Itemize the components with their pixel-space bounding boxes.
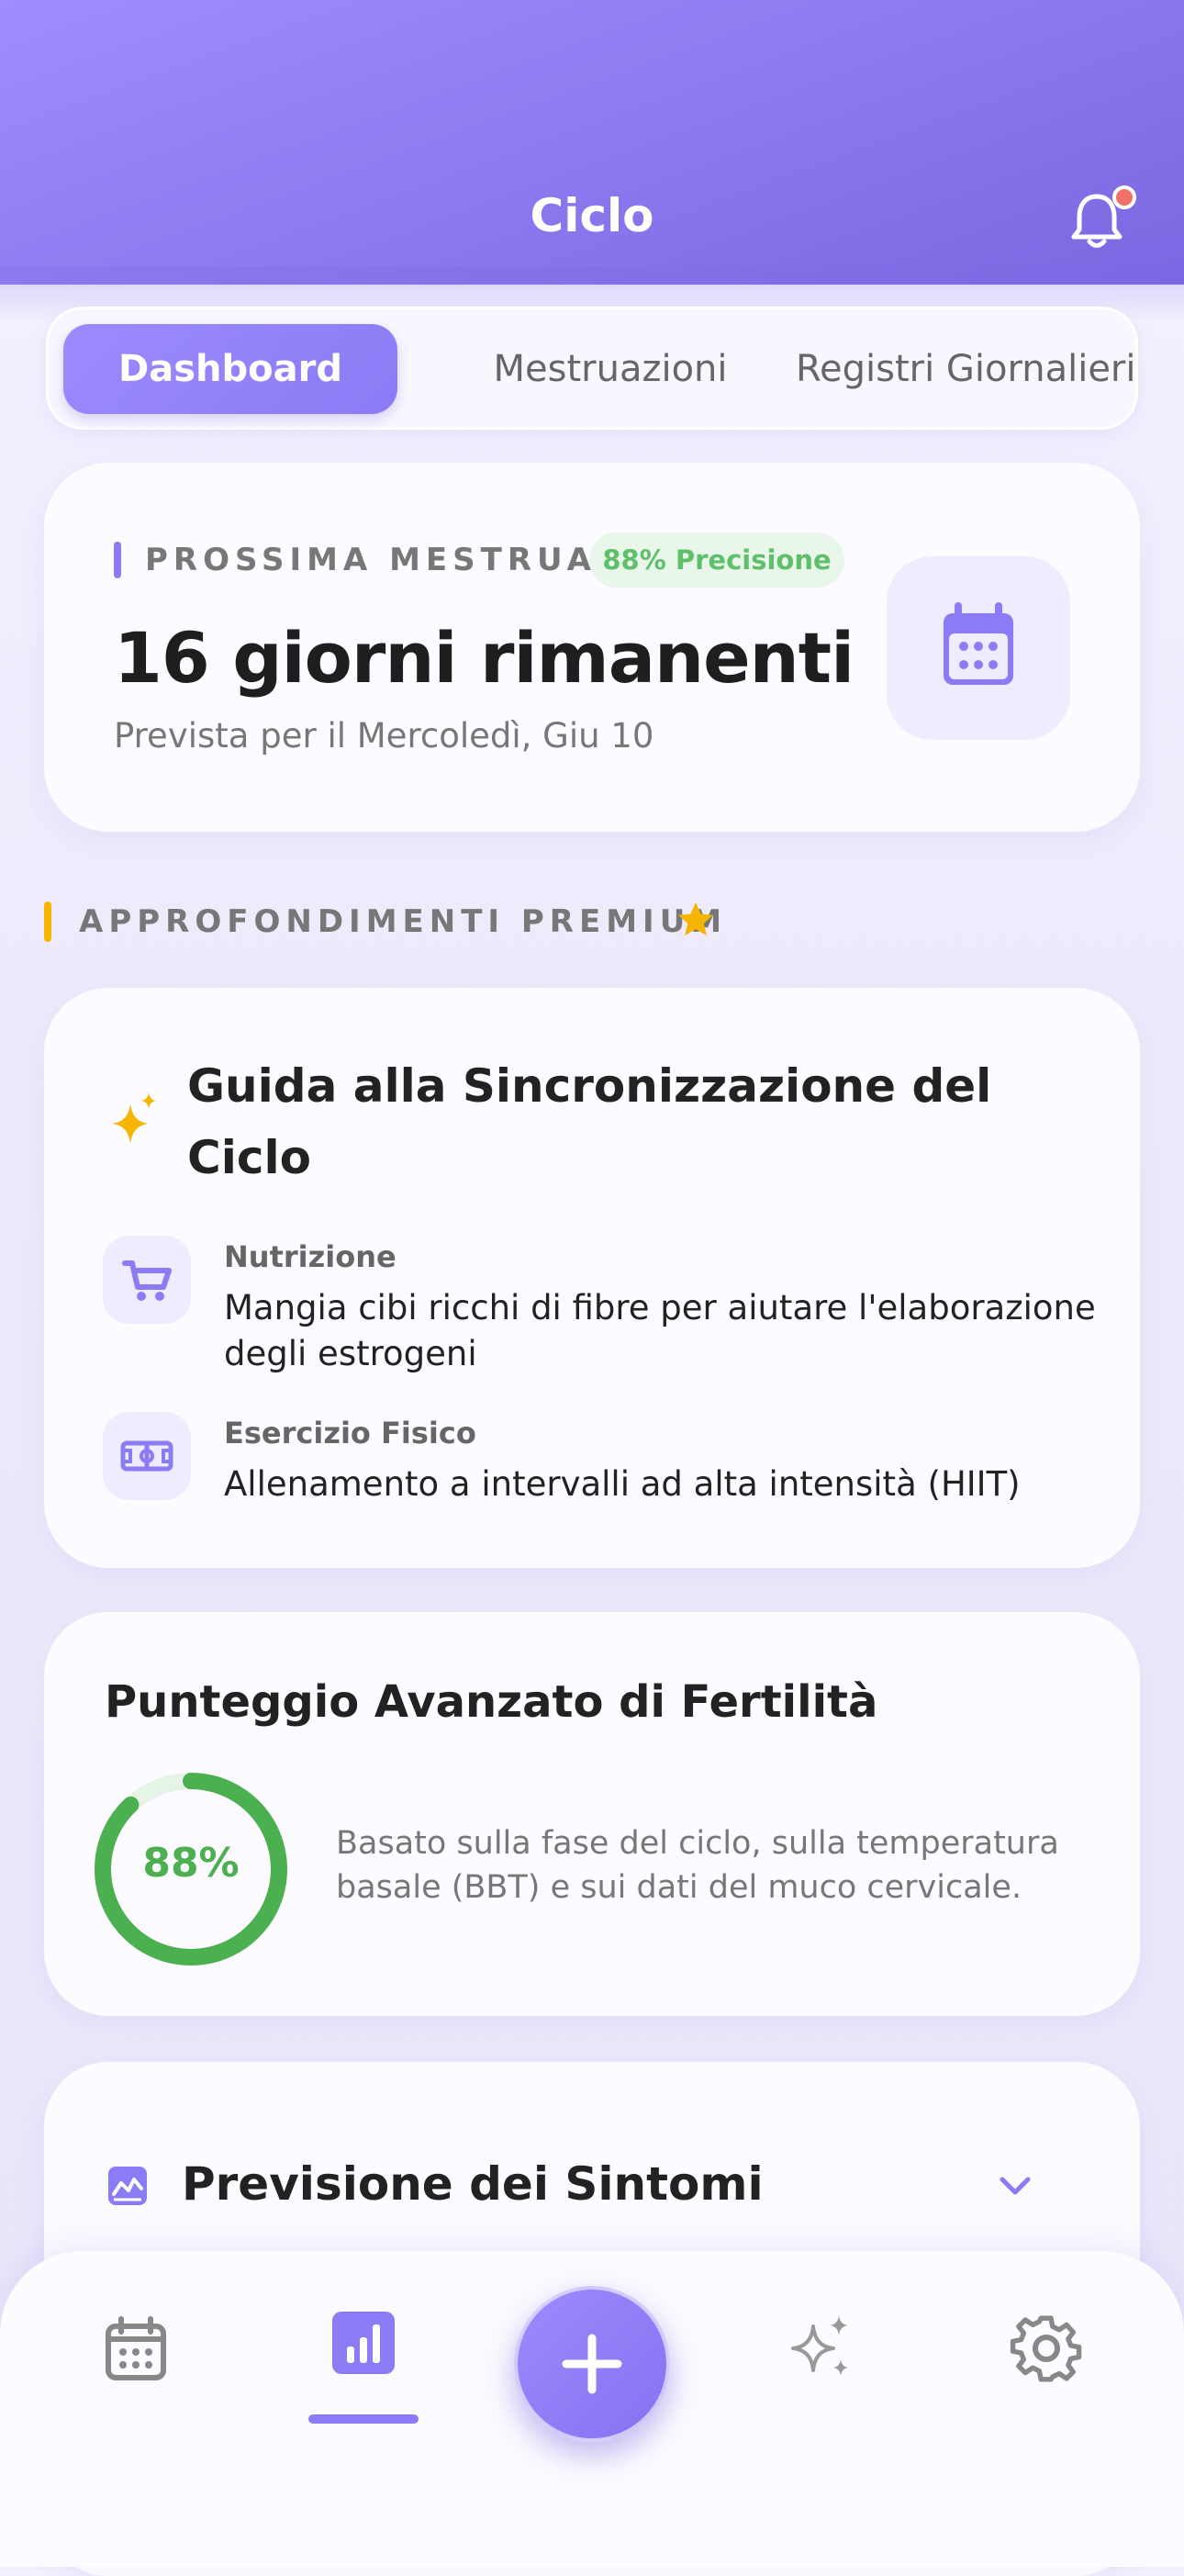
plus-icon xyxy=(562,2334,622,2394)
calendar-button[interactable] xyxy=(887,556,1070,740)
app-title: Ciclo xyxy=(530,189,654,242)
premium-accent-bar xyxy=(44,902,51,942)
sparkle-icon xyxy=(112,1092,156,1144)
fertility-title: Punteggio Avanzato di Fertilità xyxy=(105,1676,878,1728)
sports-field-icon xyxy=(120,1440,173,1472)
star-icon xyxy=(678,902,713,935)
calendar-icon[interactable] xyxy=(99,2312,173,2385)
nutrition-icon-box xyxy=(103,1236,191,1324)
active-tab-indicator xyxy=(308,2414,419,2424)
segmented-tabs: Dashboard Mestruazioni Registri Giornali… xyxy=(46,307,1138,430)
calendar-icon xyxy=(944,602,1013,685)
days-remaining: 16 giorni rimanenti xyxy=(114,617,854,699)
exercise-icon-box xyxy=(103,1412,191,1500)
expected-date: Prevista per il Mercoledì, Giu 10 xyxy=(114,716,654,756)
guide-title: Guida alla Sincronizzazione del Ciclo xyxy=(187,1059,992,1184)
tab-dashboard[interactable]: Dashboard xyxy=(63,324,397,414)
accuracy-badge: 88% Precisione xyxy=(589,532,844,588)
exercise-text: Allenamento a intervalli ad alta intensi… xyxy=(224,1464,1021,1504)
fertility-score: 88% xyxy=(142,1840,240,1887)
gear-icon[interactable] xyxy=(1010,2312,1083,2385)
sparkles-icon[interactable] xyxy=(786,2312,859,2385)
symptoms-title: Previsione dei Sintomi xyxy=(182,2157,764,2211)
nutrition-text: Mangia cibi ricchi di fibre per aiutare … xyxy=(224,1288,1096,1373)
add-button[interactable] xyxy=(514,2286,670,2442)
chevron-down-icon[interactable] xyxy=(997,2172,1033,2200)
nutrition-label: Nutrizione xyxy=(224,1239,397,1274)
next-period-label: PROSSIMA MESTRUA… xyxy=(145,542,633,578)
premium-section-label: APPROFONDIMENTI PREMIUM xyxy=(79,903,728,940)
chart-icon[interactable] xyxy=(327,2306,400,2380)
fertility-description: Basato sulla fase del ciclo, sulla tempe… xyxy=(336,1825,1059,1906)
tab-registri-giornalieri[interactable]: Registri Giornalieri xyxy=(796,324,1136,414)
accent-bar xyxy=(114,542,121,578)
notification-dot xyxy=(1112,185,1136,209)
exercise-label: Esercizio Fisico xyxy=(224,1416,476,1450)
tab-mestruazioni[interactable]: Mestruazioni xyxy=(434,324,787,414)
trend-chart-icon xyxy=(108,2167,147,2205)
cart-icon xyxy=(122,1260,172,1301)
